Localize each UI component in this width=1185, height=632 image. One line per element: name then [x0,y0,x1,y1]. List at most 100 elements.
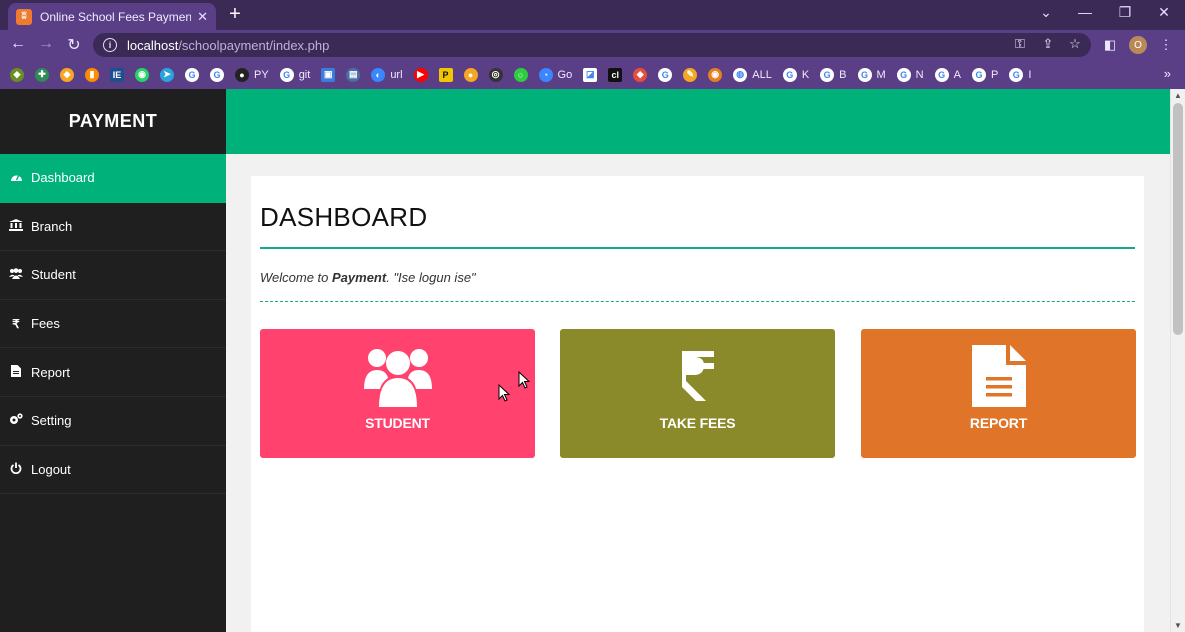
back-arrow-icon[interactable]: ← [8,35,28,53]
mouse-cursor-icon [498,384,510,402]
bookmark-item[interactable]: GN [896,67,924,82]
sidebar-item-branch[interactable]: Branch [0,203,226,252]
telegram-icon: ➤ [160,67,174,82]
bookmark-item[interactable]: Ggit [279,67,310,82]
title-divider [260,247,1135,249]
bookmark-item[interactable]: ▮ [85,67,99,82]
ieee-icon: IE [110,67,124,82]
bookmark-item[interactable]: ◪ [583,67,598,82]
forward-arrow-icon[interactable]: → [36,35,56,53]
bookmark-item[interactable]: P [438,67,453,82]
image-icon: ▣ [321,67,336,82]
sidebar-item-fees[interactable]: ₹ Fees [0,300,226,349]
bookmark-item[interactable]: ◍ ALL [733,67,772,82]
info-icon[interactable]: i [103,38,117,52]
key-icon[interactable]: ⚿ [1011,36,1029,52]
chart-icon: ▮ [85,67,99,82]
ext-icon: ◆ [10,67,24,82]
whatsapp-icon: ◉ [135,67,149,82]
share-icon[interactable]: ⇪ [1039,36,1057,52]
users-icon [363,345,433,407]
bookmark-label: Go [557,68,573,81]
bookmark-item[interactable]: GB [820,67,847,82]
bookmark-item[interactable]: ● [463,67,478,82]
welcome-message: Welcome to Payment. "Ise logun ise" [260,270,476,285]
avatar[interactable]: O [1129,36,1147,54]
close-icon[interactable]: ✕ [197,9,208,25]
bookmark-item[interactable]: ● PY [235,67,269,82]
new-tab-button[interactable]: + [225,3,245,26]
restore-icon[interactable]: ❐ [1115,4,1135,21]
more-bookmarks-icon[interactable]: » [1164,66,1171,81]
kebab-menu-icon[interactable]: ⋮ [1157,37,1175,53]
bookmark-item[interactable]: ◆ [10,67,24,82]
page-scrollbar[interactable]: ▲ ▼ [1170,89,1185,632]
window-close-icon[interactable]: ✕ [1154,4,1174,21]
bookmark-item[interactable]: GM [857,67,886,82]
google-icon: G [857,67,872,82]
bookmark-item[interactable]: ◉ [135,67,149,82]
chevron-down-icon[interactable]: ⌄ [1036,4,1056,21]
google-icon: G [210,67,224,82]
bookmark-item[interactable]: ○ [513,67,528,82]
bookmark-item[interactable]: GA [934,67,961,82]
bookmark-item[interactable]: ➤ [160,67,174,82]
bookmark-item[interactable]: ✚ [35,67,49,82]
book-icon: ◪ [583,67,598,82]
sidebar-toggle-icon[interactable]: ◧ [1101,37,1119,53]
bookmark-item[interactable]: cl [608,67,623,82]
scroll-down-icon[interactable]: ▼ [1174,621,1182,630]
bookmark-item[interactable]: ◐ url [371,67,403,82]
ext-icon: ◆ [633,67,648,82]
bookmark-item[interactable]: ▤ [346,67,361,82]
google-icon: G [658,67,673,82]
bookmark-item[interactable]: ◆ [60,67,74,82]
sidebar-item-label: Dashboard [31,170,95,186]
bookmark-label: N [915,68,924,81]
card-label: TAKE FEES [659,415,736,431]
globe-icon: ◔ [538,67,553,82]
report-card[interactable]: REPORT [861,329,1136,458]
address-bar[interactable]: i localhost/schoolpayment/index.php ⚿ ⇪ … [93,33,1091,57]
star-icon[interactable]: ☆ [1066,36,1084,52]
bookmark-label: B [839,68,847,81]
github-icon: ● [235,67,249,82]
bookmark-item[interactable]: ◎ [488,67,503,82]
bookmark-item[interactable]: ◔ Go [538,67,573,82]
google-icon: G [896,67,911,82]
bookmark-item[interactable]: G [658,67,673,82]
pen-icon: ✎ [683,67,698,82]
bookmark-item[interactable]: ✎ [683,67,698,82]
bookmark-item[interactable]: ▣ [321,67,336,82]
bookmark-item[interactable]: G [185,67,199,82]
sidebar-item-label: Report [31,364,71,380]
bookmark-item[interactable]: ▶ [413,67,428,82]
bookmark-item[interactable]: ◆ [633,67,648,82]
sidebar-item-logout[interactable]: Logout [0,446,226,495]
rupee-icon: ₹ [12,316,20,331]
scroll-up-icon[interactable]: ▲ [1174,91,1182,100]
bookmark-item[interactable]: ◉ [708,67,723,82]
users-icon [9,268,23,282]
p-icon: P [438,67,453,82]
bookmark-item[interactable]: GK [782,67,809,82]
browser-tab[interactable]: ʬ Online School Fees Payment Syst ✕ [8,3,216,30]
scrollbar-thumb[interactable] [1173,103,1183,335]
file-icon [9,364,23,380]
minimize-icon[interactable]: — [1075,4,1095,20]
reload-icon[interactable]: ↻ [64,35,84,55]
bookmark-item[interactable]: IE [110,67,124,82]
camera-icon: ● [463,67,478,82]
student-card[interactable]: STUDENT [260,329,535,458]
sidebar-item-setting[interactable]: Setting [0,397,226,446]
sidebar-item-report[interactable]: Report [0,348,226,397]
take-fees-card[interactable]: TAKE FEES [560,329,835,458]
file-icon [964,345,1034,407]
sidebar-item-dashboard[interactable]: Dashboard [0,154,226,203]
bookmark-item[interactable]: G [210,67,224,82]
edge-icon: ◐ [371,67,386,82]
bookmark-item[interactable]: GP [971,67,998,82]
bookmark-item[interactable]: GI [1009,67,1031,82]
sidebar-item-student[interactable]: Student [0,251,226,300]
top-header-bar [226,89,1170,154]
